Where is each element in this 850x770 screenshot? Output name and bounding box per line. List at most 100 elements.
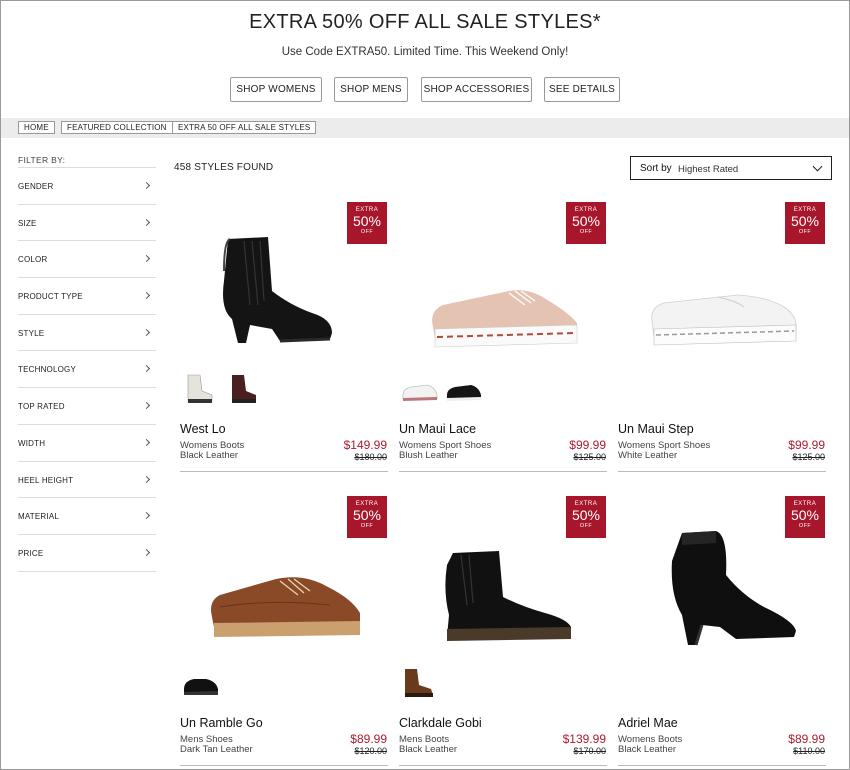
sale-price: $139.99: [562, 732, 606, 746]
promo-buttons: SHOP WOMENS SHOP MENS SHOP ACCESSORIES S…: [0, 77, 850, 102]
color-swatch-burgundy-boot[interactable]: [224, 371, 264, 407]
filter-label: MATERIAL: [18, 512, 60, 522]
product-name[interactable]: Un Maui Lace: [399, 422, 476, 436]
product-name[interactable]: West Lo: [180, 422, 226, 436]
chevron-right-icon: [142, 218, 151, 226]
chevron-right-icon: [142, 292, 151, 300]
extra-50-off-badge: EXTRA 50% OFF: [347, 496, 387, 538]
extra-50-off-badge: EXTRA 50% OFF: [785, 202, 825, 244]
color-swatches: [399, 371, 607, 407]
card-divider: [180, 471, 388, 472]
color-swatches: [180, 665, 388, 701]
filter-price[interactable]: PRICE: [18, 535, 156, 572]
filter-label: PRICE: [18, 548, 44, 558]
filter-top-rated[interactable]: TOP RATED: [18, 388, 156, 425]
sort-label: Sort by: [640, 163, 672, 174]
color-swatch-white-boot[interactable]: [180, 371, 220, 407]
original-price: $180.00: [354, 452, 387, 462]
sort-dropdown[interactable]: Sort by Highest Rated: [630, 156, 832, 180]
sale-price: $89.99: [350, 732, 387, 746]
chevron-right-icon: [142, 512, 151, 520]
filter-label: TECHNOLOGY: [18, 365, 77, 375]
chevron-right-icon: [142, 255, 151, 263]
chevron-down-icon: [812, 161, 823, 172]
extra-50-off-badge: EXTRA 50% OFF: [566, 202, 606, 244]
filter-material[interactable]: MATERIAL: [18, 498, 156, 535]
card-divider: [399, 765, 607, 766]
product-card[interactable]: EXTRA 50% OFF Un Maui Step Womens Sport …: [618, 201, 826, 472]
filter-size[interactable]: SIZE: [18, 205, 156, 242]
color-swatches: [618, 371, 826, 407]
product-color: Dark Tan Leather: [180, 744, 253, 755]
original-price: $110.00: [793, 746, 825, 756]
sale-price: $89.99: [788, 732, 825, 746]
color-swatch-white-sneaker[interactable]: [399, 371, 439, 407]
shop-mens-button[interactable]: SHOP MENS: [334, 77, 408, 102]
see-details-button[interactable]: SEE DETAILS: [544, 77, 620, 102]
filter-product-type[interactable]: PRODUCT TYPE: [18, 278, 156, 315]
filter-style[interactable]: STYLE: [18, 315, 156, 352]
chevron-right-icon: [142, 548, 151, 556]
color-swatch-brown-chelsea-boot[interactable]: [399, 665, 439, 701]
product-color: White Leather: [618, 450, 678, 461]
sale-price: $149.99: [343, 438, 387, 452]
filter-label: PRODUCT TYPE: [18, 292, 83, 302]
filter-heading: FILTER BY:: [18, 155, 66, 165]
card-divider: [618, 765, 826, 766]
color-swatches: [399, 665, 607, 701]
filter-label: HEEL HEIGHT: [18, 475, 74, 485]
color-swatch-black-sneaker[interactable]: [443, 371, 483, 407]
breadcrumb-home[interactable]: HOME: [18, 121, 55, 134]
original-price: $170.00: [573, 746, 606, 756]
chevron-right-icon: [142, 365, 151, 373]
shop-womens-button[interactable]: SHOP WOMENS: [230, 77, 322, 102]
product-color: Black Leather: [618, 744, 677, 755]
card-divider: [618, 471, 826, 472]
product-color: Black Leather: [399, 744, 458, 755]
chevron-right-icon: [142, 328, 151, 336]
promo-title: EXTRA 50% OFF ALL SALE STYLES*: [249, 11, 601, 33]
color-swatches: [618, 665, 826, 701]
product-color: Blush Leather: [399, 450, 458, 461]
chevron-right-icon: [142, 475, 151, 483]
chevron-right-icon: [142, 181, 151, 190]
extra-50-off-badge: EXTRA 50% OFF: [785, 496, 825, 538]
product-card[interactable]: EXTRA 50% OFF West Lo Womens Boots Black…: [180, 201, 388, 472]
sale-price: $99.99: [788, 438, 825, 452]
filter-list: GENDER SIZE COLOR PRODUCT TYPE STYLE TEC…: [18, 167, 156, 572]
filter-color[interactable]: COLOR: [18, 241, 156, 279]
filter-label: TOP RATED: [18, 402, 65, 412]
sort-value: Highest Rated: [678, 163, 739, 175]
filter-label: WIDTH: [18, 438, 46, 448]
original-price: $125.00: [792, 452, 825, 462]
product-card[interactable]: EXTRA 50% OFF Un Maui Lace Womens Sport …: [399, 201, 607, 472]
filter-label: GENDER: [18, 182, 54, 191]
product-color: Black Leather: [180, 450, 239, 461]
promo-banner: EXTRA 50% OFF ALL SALE STYLES* Use Code …: [0, 0, 850, 118]
breadcrumb-featured-collection[interactable]: FEATURED COLLECTION: [61, 121, 173, 134]
chevron-right-icon: [142, 438, 151, 446]
product-card[interactable]: EXTRA 50% OFF Adriel Mae Womens Boots Bl…: [618, 495, 826, 766]
color-swatches: [180, 371, 388, 407]
product-name[interactable]: Un Ramble Go: [180, 716, 263, 730]
results-count: 458 STYLES FOUND: [174, 162, 274, 173]
promo-subtitle: Use Code EXTRA50. Limited Time. This Wee…: [281, 46, 569, 58]
filter-gender[interactable]: GENDER: [18, 168, 156, 205]
breadcrumb-extra-50[interactable]: EXTRA 50 OFF ALL SALE STYLES: [172, 121, 317, 134]
product-name[interactable]: Un Maui Step: [618, 422, 694, 436]
product-card[interactable]: EXTRA 50% OFF Clarkdale Gobi Mens Boots …: [399, 495, 607, 766]
filter-label: STYLE: [18, 328, 45, 338]
card-divider: [399, 471, 607, 472]
original-price: $120.00: [354, 746, 387, 756]
chevron-right-icon: [142, 402, 151, 410]
filter-technology[interactable]: TECHNOLOGY: [18, 351, 156, 389]
color-swatch-black-shoe[interactable]: [180, 665, 220, 701]
product-name[interactable]: Clarkdale Gobi: [399, 716, 482, 730]
filter-width[interactable]: WIDTH: [18, 425, 156, 462]
product-name[interactable]: Adriel Mae: [618, 716, 678, 730]
breadcrumb: HOME FEATURED COLLECTION EXTRA 50 OFF AL…: [1, 118, 849, 138]
filter-heel-height[interactable]: HEEL HEIGHT: [18, 462, 156, 499]
product-card[interactable]: EXTRA 50% OFF Un Ramble Go Mens Shoes Da…: [180, 495, 388, 766]
extra-50-off-badge: EXTRA 50% OFF: [566, 496, 606, 538]
shop-accessories-button[interactable]: SHOP ACCESSORIES: [421, 77, 532, 102]
